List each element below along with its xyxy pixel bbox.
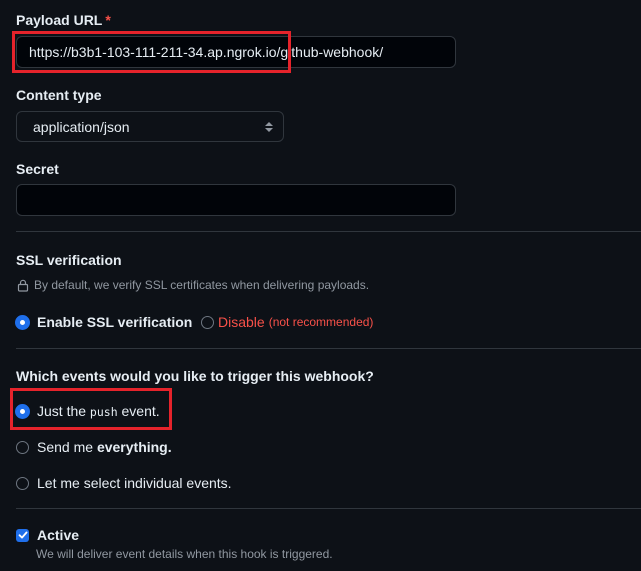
ssl-disable-radio[interactable] — [201, 315, 214, 329]
secret-input[interactable] — [16, 184, 456, 216]
divider — [16, 508, 641, 509]
ssl-disable-option[interactable]: Disable (not recommended) — [201, 314, 373, 330]
check-icon — [18, 531, 27, 539]
select-caret-icon — [265, 121, 273, 132]
divider — [16, 348, 641, 349]
events-question: Which events would you like to trigger t… — [16, 368, 374, 384]
ssl-description-text: By default, we verify SSL certificates w… — [34, 278, 370, 292]
payload-url-label: Payload URL * — [16, 12, 111, 28]
event-everything-bold: everything. — [96, 439, 172, 455]
lock-icon — [17, 279, 29, 292]
event-option-everything[interactable]: Send me everything. — [16, 439, 172, 455]
ssl-enable-option[interactable]: Enable SSL verification — [16, 314, 192, 330]
active-description: We will deliver event details when this … — [36, 547, 333, 561]
active-label: Active — [37, 527, 80, 543]
highlight-box-push — [10, 388, 172, 430]
content-type-value: application/json — [33, 118, 130, 135]
required-mark: * — [105, 12, 111, 28]
secret-label: Secret — [16, 161, 59, 177]
highlight-box-url — [12, 31, 291, 73]
ssl-disable-label: Disable — [218, 314, 265, 330]
event-everything-prefix: Send me — [37, 439, 94, 455]
ssl-description: By default, we verify SSL certificates w… — [17, 278, 369, 292]
ssl-label: SSL verification — [16, 252, 122, 268]
ssl-enable-radio[interactable] — [16, 315, 29, 329]
event-everything-label: Send me everything. — [37, 439, 172, 455]
event-individual-label: Let me select individual events. — [37, 475, 232, 491]
event-individual-radio[interactable] — [16, 476, 29, 490]
active-checkbox[interactable] — [16, 528, 29, 542]
ssl-enable-label: Enable SSL verification — [37, 314, 193, 330]
event-option-individual[interactable]: Let me select individual events. — [16, 475, 232, 491]
active-option[interactable]: Active — [16, 527, 79, 543]
divider — [16, 231, 641, 232]
content-type-label: Content type — [16, 87, 102, 103]
ssl-disable-note: (not recommended) — [268, 315, 374, 329]
payload-url-label-text: Payload URL — [16, 12, 103, 28]
content-type-select[interactable]: application/json — [16, 111, 284, 142]
event-everything-radio[interactable] — [16, 440, 29, 454]
